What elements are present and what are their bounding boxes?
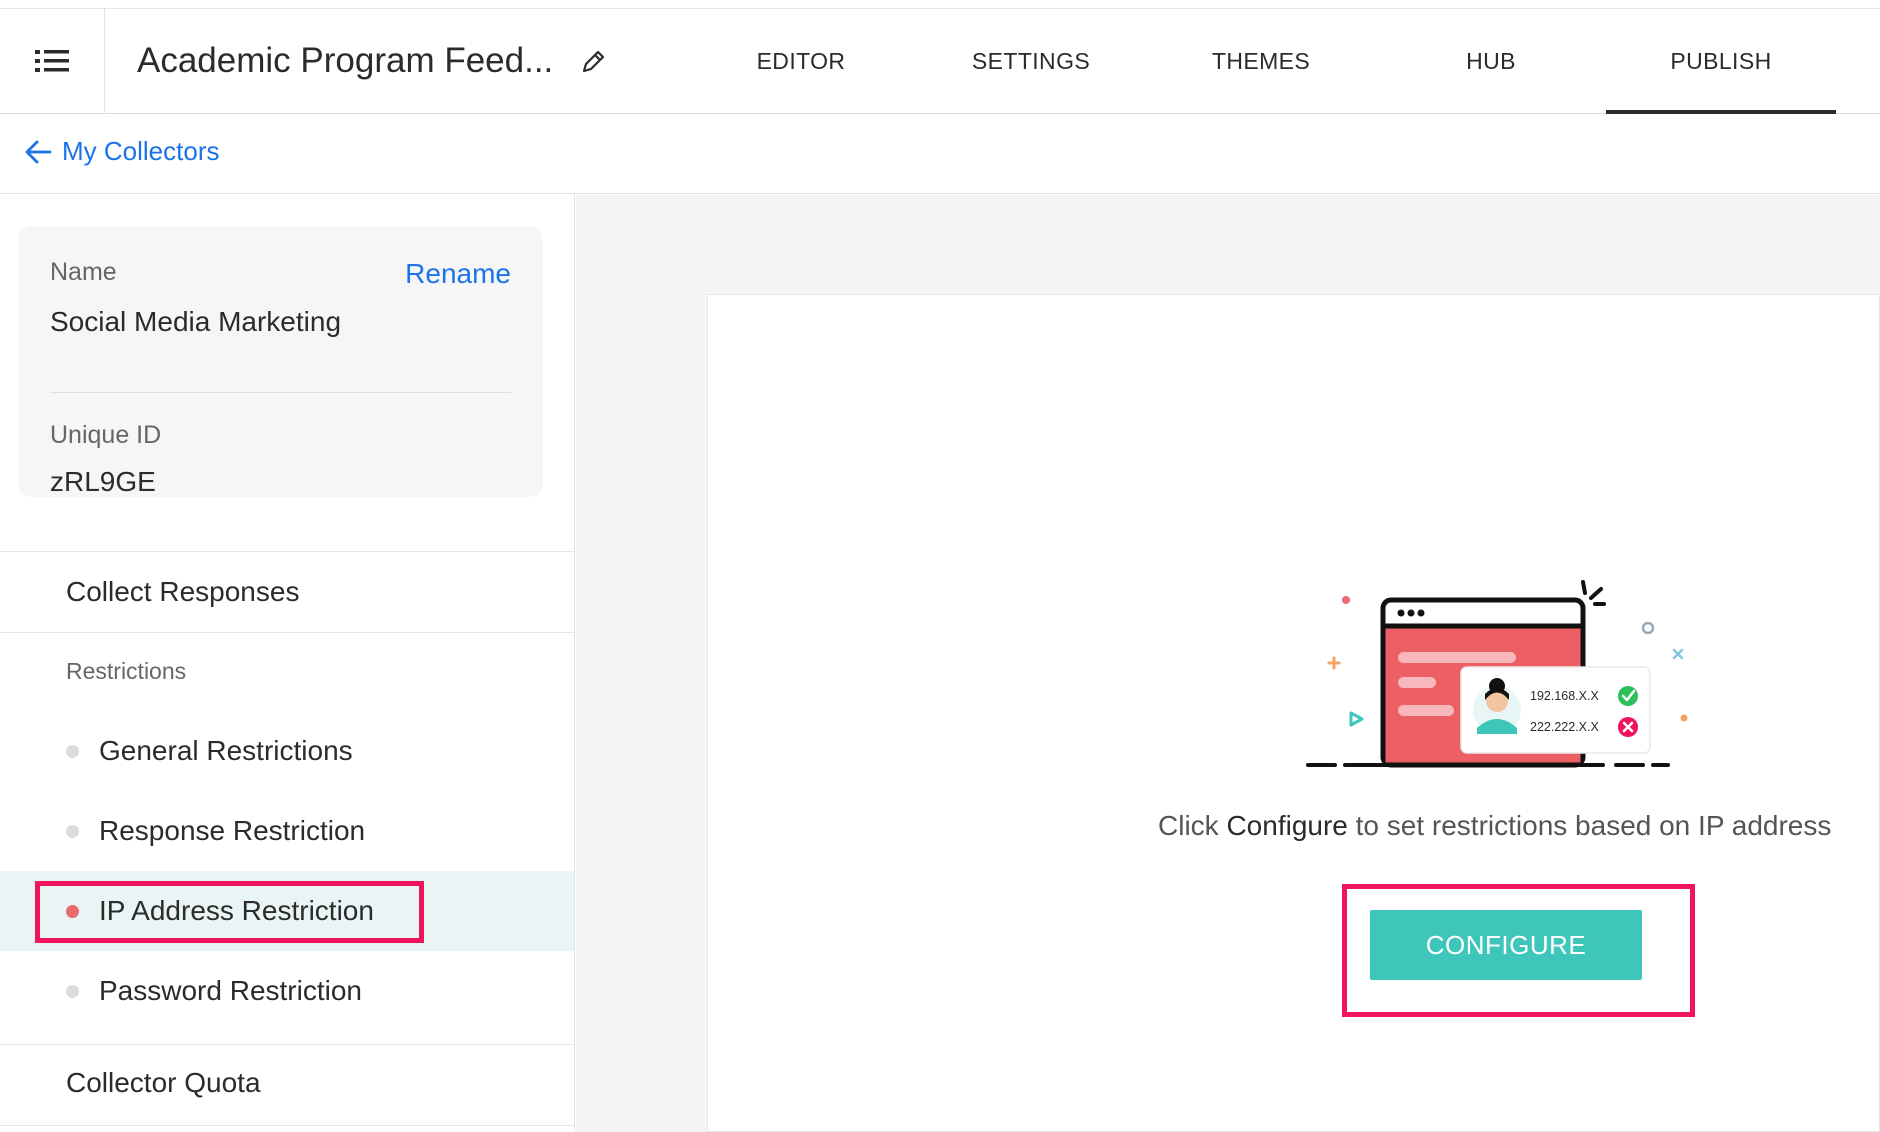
- tab-themes[interactable]: THEMES: [1146, 9, 1376, 113]
- status-dot: [66, 744, 79, 758]
- status-dot: [66, 904, 79, 918]
- desc-suffix: to set restrictions based on IP address: [1347, 810, 1832, 841]
- restriction-label: Password Restriction: [99, 975, 362, 1006]
- restrictions-heading: Restrictions: [66, 658, 187, 684]
- top-edge: [0, 0, 1880, 9]
- restriction-label: IP Address Restriction: [99, 895, 374, 926]
- collector-quota-item[interactable]: Collector Quota: [66, 1067, 261, 1099]
- sub-navigation: My Collectors: [0, 114, 1880, 194]
- configure-description: Click Configure to set restrictions base…: [1158, 810, 1831, 842]
- back-link-label: My Collectors: [62, 136, 220, 166]
- rename-link[interactable]: Rename: [405, 258, 511, 290]
- back-to-collectors-link[interactable]: My Collectors: [24, 136, 219, 167]
- restriction-password[interactable]: Password Restriction: [0, 951, 574, 1031]
- tab-publish[interactable]: PUBLISH: [1606, 9, 1836, 114]
- restriction-label: Response Restriction: [99, 815, 366, 846]
- collector-info-card: Name Rename Social Media Marketing Uniqu…: [18, 226, 543, 497]
- status-dot: [66, 824, 79, 838]
- card-divider: [50, 392, 511, 393]
- menu-button[interactable]: [0, 9, 105, 113]
- section-divider: [0, 632, 574, 633]
- desc-configure-word: Configure: [1226, 810, 1348, 841]
- name-label: Name: [50, 258, 117, 286]
- restriction-ip-address[interactable]: IP Address Restriction: [0, 871, 574, 951]
- allowed-ip-text: 192.168.X.X: [1530, 689, 1599, 703]
- desc-prefix: Click: [1158, 810, 1227, 841]
- survey-title: Academic Program Feed...: [137, 41, 554, 80]
- collector-name: Social Media Marketing: [50, 306, 342, 337]
- arrow-left-icon: [25, 140, 52, 163]
- section-divider: [0, 1125, 574, 1126]
- restriction-label: General Restrictions: [99, 735, 353, 766]
- pencil-icon[interactable]: [578, 47, 608, 77]
- configure-button[interactable]: CONFIGURE: [1370, 910, 1642, 980]
- top-header: Academic Program Feed... EDITOR SETTINGS…: [0, 9, 1880, 114]
- tab-hub[interactable]: HUB: [1376, 9, 1606, 113]
- unique-id-label: Unique ID: [50, 421, 162, 449]
- tab-editor[interactable]: EDITOR: [686, 9, 916, 113]
- collect-responses-item[interactable]: Collect Responses: [66, 576, 299, 608]
- section-divider: [0, 551, 574, 552]
- unique-id-value: zRL9GE: [50, 466, 156, 497]
- collector-sidebar: Name Rename Social Media Marketing Uniqu…: [0, 194, 575, 1132]
- ip-restriction-illustration: 192.168.X.X 222.222.X.X: [1306, 580, 1688, 768]
- restriction-general[interactable]: General Restrictions: [0, 711, 574, 791]
- list-menu-icon: [35, 50, 69, 72]
- restriction-response[interactable]: Response Restriction: [0, 791, 574, 871]
- status-dot: [66, 984, 79, 998]
- blocked-ip-text: 222.222.X.X: [1530, 720, 1599, 734]
- section-divider: [0, 1044, 574, 1045]
- tab-settings[interactable]: SETTINGS: [916, 9, 1146, 113]
